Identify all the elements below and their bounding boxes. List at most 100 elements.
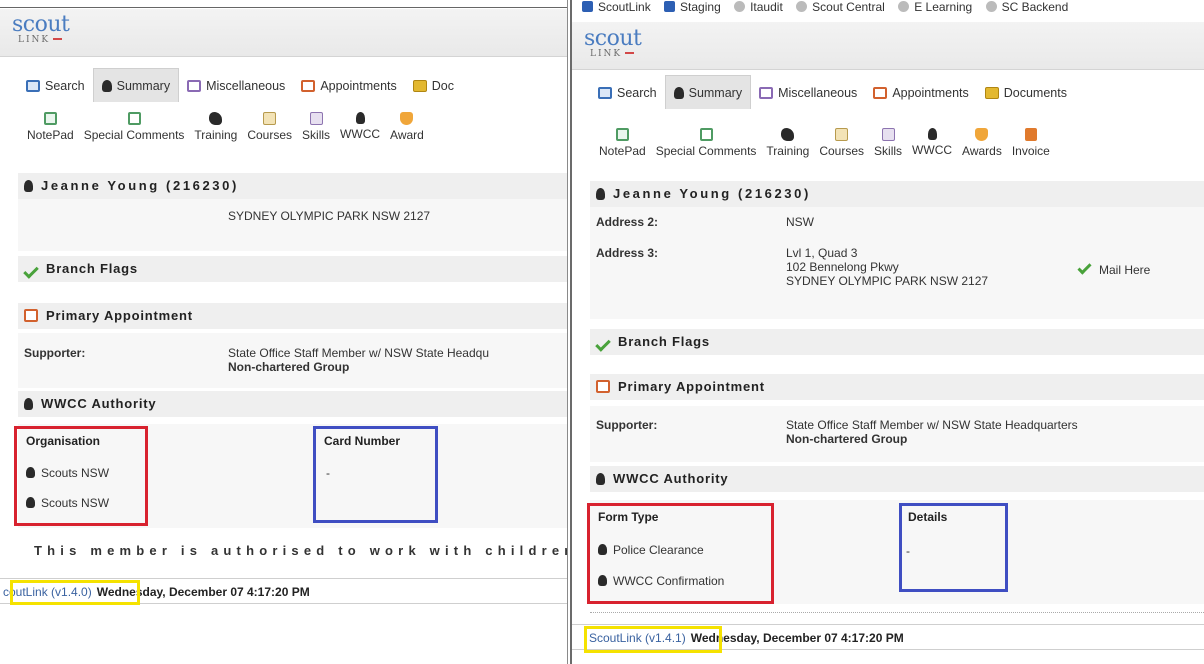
tool-special-comments[interactable]: Special Comments <box>79 112 190 142</box>
bookmark-scout-central[interactable]: Scout Central <box>796 0 885 14</box>
address-3-value: Lvl 1, Quad 3 102 Bennelong Pkwy SYDNEY … <box>786 246 988 288</box>
tab-appointments[interactable]: Appointments <box>293 69 404 102</box>
courses-icon <box>263 112 277 125</box>
training-icon <box>209 112 223 125</box>
appointment-value: State Office Staff Member w/ NSW State H… <box>228 346 489 374</box>
browser-top-edge <box>0 0 567 8</box>
address-2-value: NSW <box>786 215 814 229</box>
notepad-icon <box>43 112 57 125</box>
tool-training[interactable]: Training <box>189 112 242 142</box>
tab-documents[interactable]: Doc <box>405 69 462 102</box>
tool-notepad[interactable]: NotePad <box>22 112 79 142</box>
mail-here-flag: Mail Here <box>1077 260 1150 277</box>
tool-training[interactable]: Training <box>761 128 814 158</box>
supporter-label: Supporter: <box>24 346 86 360</box>
calendar-icon <box>24 309 38 322</box>
primary-appointment-header[interactable]: Primary Appointment <box>590 374 1204 400</box>
appointment-box: Supporter: State Office Staff Member w/ … <box>590 406 1204 462</box>
member-name: Jeanne Young (216230) <box>613 186 811 201</box>
bookmark-itaudit[interactable]: Itaudit <box>734 0 783 14</box>
tool-courses[interactable]: Courses <box>242 112 297 142</box>
logo-subtext: LINK <box>18 34 69 46</box>
tab-summary[interactable]: Summary <box>92 68 180 102</box>
tab-summary[interactable]: Summary <box>664 75 752 109</box>
red-annotation-box <box>14 426 148 526</box>
bookmark-icon <box>582 1 593 12</box>
check-icon <box>1077 260 1092 275</box>
tab-miscellaneous[interactable]: Miscellaneous <box>179 69 293 102</box>
person-icon <box>596 188 605 200</box>
left-screenshot-panel: scout LINK Search Summary Miscellaneous App… <box>0 0 568 664</box>
right-screenshot-panel: ScoutLink Staging Itaudit Scout Central … <box>570 0 1204 664</box>
member-name: Jeanne Young (216230) <box>41 178 239 193</box>
person-icon <box>24 180 33 192</box>
main-tabs: Search Summary Miscellaneous Appointments Do… <box>18 68 567 102</box>
training-icon <box>781 128 795 141</box>
supporter-label: Supporter: <box>596 418 658 432</box>
blue-annotation-box <box>313 426 438 523</box>
scoutlink-logo[interactable]: scout LINK <box>12 14 70 46</box>
branch-flags-header[interactable]: Branch Flags <box>590 329 1204 355</box>
tab-search[interactable]: Search <box>18 69 93 102</box>
person-icon <box>673 87 684 99</box>
tab-search[interactable]: Search <box>590 76 665 109</box>
tool-skills[interactable]: Skills <box>869 128 907 158</box>
logo-subtext: LINK <box>590 48 641 60</box>
appointment-role: State Office Staff Member w/ NSW State H… <box>786 418 1078 432</box>
tab-miscellaneous[interactable]: Miscellaneous <box>751 76 865 109</box>
footer-date: Wednesday, December 07 4:17:20 PM <box>690 631 904 645</box>
globe-icon <box>796 1 808 12</box>
member-name-header: Jeanne Young (216230) <box>590 181 1204 207</box>
person-icon <box>24 398 33 410</box>
bookmark-staging[interactable]: Staging <box>664 0 721 14</box>
summary-toolbar: NotePad Special Comments Training Courses Sk… <box>594 128 1204 170</box>
skills-icon <box>309 112 323 125</box>
authorised-message: This member is authorised to work with c… <box>34 543 568 558</box>
wwcc-person-icon <box>355 112 365 124</box>
courses-icon <box>835 128 849 141</box>
wwcc-authority-header[interactable]: WWCC Authority <box>590 466 1204 492</box>
address-box: SYDNEY OLYMPIC PARK NSW 2127 <box>18 199 567 251</box>
tool-skills[interactable]: Skills <box>297 112 335 142</box>
tool-invoice[interactable]: Invoice <box>1007 128 1055 158</box>
tool-notepad[interactable]: NotePad <box>594 128 651 158</box>
skills-icon <box>881 128 895 141</box>
tab-documents[interactable]: Documents <box>977 76 1075 109</box>
tool-special-comments[interactable]: Special Comments <box>651 128 762 158</box>
tab-appointments[interactable]: Appointments <box>865 76 976 109</box>
red-annotation-box <box>587 503 774 604</box>
folder-icon <box>984 87 999 99</box>
member-name-header: Jeanne Young (216230) <box>18 173 567 199</box>
scoutlink-logo[interactable]: scout LINK <box>584 28 642 60</box>
bookmark-e-learning[interactable]: E Learning <box>898 0 972 14</box>
awards-icon <box>975 128 989 141</box>
bookmark-scoutlink[interactable]: ScoutLink <box>582 0 651 14</box>
blue-annotation-box <box>899 503 1008 592</box>
comments-icon <box>699 128 713 141</box>
appointment-role: State Office Staff Member w/ NSW State H… <box>228 346 490 360</box>
tool-wwcc[interactable]: WWCC <box>335 112 385 141</box>
bookmark-icon <box>664 1 676 12</box>
bookmark-sc-backend[interactable]: SC Backend <box>985 0 1068 14</box>
folder-tab-icon <box>187 80 202 92</box>
comments-icon <box>127 112 141 125</box>
tool-awards[interactable]: Award <box>385 112 429 142</box>
tool-awards[interactable]: Awards <box>957 128 1007 158</box>
appointment-group: Non-chartered Group <box>786 432 908 446</box>
address-line-3: SYDNEY OLYMPIC PARK NSW 2127 <box>786 274 989 288</box>
address-2-label: Address 2: <box>596 215 659 229</box>
summary-toolbar: NotePad Special Comments Training Courses Sk… <box>22 112 567 154</box>
separator <box>590 612 1204 613</box>
search-icon <box>598 87 612 99</box>
branch-flags-header[interactable]: Branch Flags <box>18 256 567 282</box>
tool-courses[interactable]: Courses <box>814 128 869 158</box>
folder-tab-icon <box>759 87 774 99</box>
wwcc-authority-header[interactable]: WWCC Authority <box>18 391 567 417</box>
tool-wwcc[interactable]: WWCC <box>907 128 957 157</box>
notepad-icon <box>615 128 629 141</box>
primary-appointment-header[interactable]: Primary Appointment <box>18 303 567 329</box>
calendar-icon <box>873 87 888 99</box>
check-icon <box>595 336 611 352</box>
bookmark-icon <box>734 1 746 12</box>
check-icon <box>23 263 39 279</box>
